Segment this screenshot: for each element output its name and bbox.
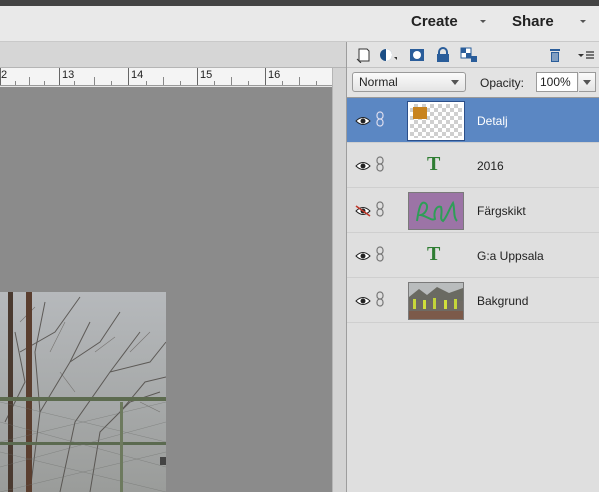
visibility-eye-icon[interactable] xyxy=(355,249,371,261)
visibility-eye-icon[interactable] xyxy=(355,114,371,126)
link-icon[interactable] xyxy=(376,111,384,127)
layer-name: Färgskikt xyxy=(477,204,526,218)
create-dropdown-icon[interactable] xyxy=(478,16,488,28)
document-tab-bar xyxy=(0,42,346,68)
link-icon[interactable] xyxy=(376,201,384,217)
create-button[interactable]: Create xyxy=(411,12,458,32)
layer-row-2016[interactable]: T 2016 xyxy=(347,143,599,188)
layer-row-bakgrund[interactable]: Bakgrund xyxy=(347,278,599,323)
panel-menu-icon[interactable] xyxy=(577,46,595,64)
ruler-tick xyxy=(59,68,60,85)
ruler-tick xyxy=(180,81,181,85)
thumbnail-image-fragment xyxy=(413,107,427,119)
blend-options-row: Normal Opacity: 100% xyxy=(347,68,599,98)
new-layer-icon[interactable] xyxy=(355,46,373,64)
horizontal-ruler: 2 13 14 15 16 xyxy=(0,68,332,86)
layers-panel: Normal Opacity: 100% Detalj T 2016 Färgs… xyxy=(346,42,599,492)
ruler-tick xyxy=(111,81,112,85)
ruler-tick xyxy=(15,81,16,85)
share-button[interactable]: Share xyxy=(512,12,554,32)
layer-row-ga-uppsala[interactable]: T G:a Uppsala xyxy=(347,233,599,278)
opacity-label: Opacity: xyxy=(480,76,525,90)
ruler-tick xyxy=(44,81,45,85)
layer-name: Detalj xyxy=(477,114,508,128)
ruler-tick xyxy=(231,77,232,85)
ruler-tick xyxy=(316,81,317,85)
ruler-label: 14 xyxy=(131,69,144,81)
ruler-tick xyxy=(197,68,198,85)
opacity-input[interactable]: 100% xyxy=(536,72,578,92)
share-dropdown-icon[interactable] xyxy=(578,16,588,28)
link-icon[interactable] xyxy=(376,246,384,262)
link-icon[interactable] xyxy=(376,156,384,172)
visibility-eye-icon[interactable] xyxy=(355,294,371,306)
visibility-hidden-icon[interactable] xyxy=(355,204,371,217)
layer-mask-icon[interactable] xyxy=(408,46,426,64)
ruler-label: 15 xyxy=(200,69,213,81)
layer-thumbnail xyxy=(408,282,464,320)
visibility-eye-icon[interactable] xyxy=(355,159,371,171)
layer-name: Bakgrund xyxy=(477,294,529,308)
ruler-tick xyxy=(214,81,215,85)
layers-toolbar xyxy=(347,42,599,68)
layer-name: 2016 xyxy=(477,159,504,173)
ruler-tick xyxy=(248,81,249,85)
layer-name: G:a Uppsala xyxy=(477,249,544,263)
ruler-tick xyxy=(128,68,129,85)
ruler-tick xyxy=(163,77,164,85)
lock-transparency-icon[interactable] xyxy=(460,46,478,64)
ruler-tick xyxy=(74,81,75,85)
canvas-vertical-scrollbar[interactable] xyxy=(332,68,346,492)
ruler-tick xyxy=(265,68,266,85)
layer-row-detalj[interactable]: Detalj xyxy=(347,98,599,143)
blend-mode-select[interactable]: Normal xyxy=(352,72,466,92)
ruler-tick xyxy=(94,77,95,85)
ruler-label: 13 xyxy=(62,69,75,81)
layer-list: Detalj T 2016 Färgskikt T G:a Uppsala Ba… xyxy=(347,98,599,492)
text-layer-icon: T xyxy=(427,153,441,175)
link-icon[interactable] xyxy=(376,291,384,307)
document-canvas[interactable] xyxy=(0,87,332,492)
ruler-label: 16 xyxy=(268,69,281,81)
lock-icon[interactable] xyxy=(434,46,452,64)
layer-row-fargskikt[interactable]: Färgskikt xyxy=(347,188,599,233)
text-layer-icon: T xyxy=(427,243,441,265)
top-bar: Create Share xyxy=(0,6,599,42)
layer-thumbnail xyxy=(407,101,465,141)
ruler-tick xyxy=(146,81,147,85)
ruler-tick xyxy=(299,77,300,85)
canvas-photo xyxy=(0,292,166,492)
ruler-tick xyxy=(282,81,283,85)
ruler-tick xyxy=(29,77,30,85)
opacity-dropdown-button[interactable] xyxy=(579,72,596,92)
ruler-label: 2 xyxy=(1,69,8,81)
trash-icon[interactable] xyxy=(546,46,564,64)
adjustment-layer-icon[interactable] xyxy=(379,46,397,64)
layer-thumbnail xyxy=(408,192,464,230)
